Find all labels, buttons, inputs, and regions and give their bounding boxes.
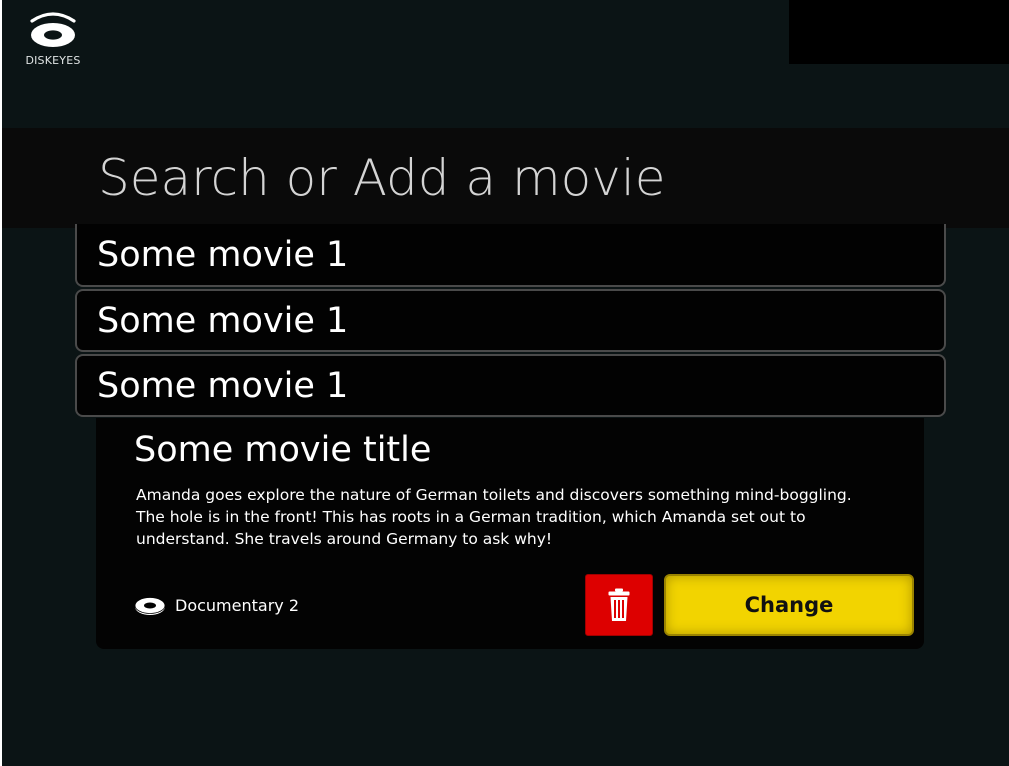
- change-button[interactable]: Change: [664, 574, 914, 636]
- movie-title: Some movie title: [134, 430, 432, 470]
- search-results-list: Some movie 1 Some movie 1 Some movie 1: [75, 224, 946, 419]
- diskeyes-logo-icon: [30, 12, 76, 47]
- result-item[interactable]: Some movie 1: [75, 289, 946, 352]
- result-item[interactable]: Some movie 1: [75, 354, 946, 417]
- genre-info: Documentary 2: [134, 592, 299, 618]
- movie-detail-card: Some movie title Amanda goes explore the…: [96, 418, 924, 649]
- delete-button[interactable]: [585, 574, 653, 636]
- search-input[interactable]: [98, 138, 978, 218]
- logo[interactable]: DISKEYES: [18, 8, 88, 70]
- disc-icon: [134, 597, 166, 615]
- top-right-panel: [789, 0, 1009, 64]
- window-edge: [0, 0, 2, 766]
- trash-icon: [608, 588, 630, 621]
- movie-description: Amanda goes explore the nature of German…: [136, 486, 852, 548]
- logo-text: DISKEYES: [25, 54, 81, 67]
- genre-label: Documentary 2: [175, 595, 300, 615]
- result-item[interactable]: Some movie 1: [75, 224, 946, 287]
- search-bar: [2, 128, 1009, 228]
